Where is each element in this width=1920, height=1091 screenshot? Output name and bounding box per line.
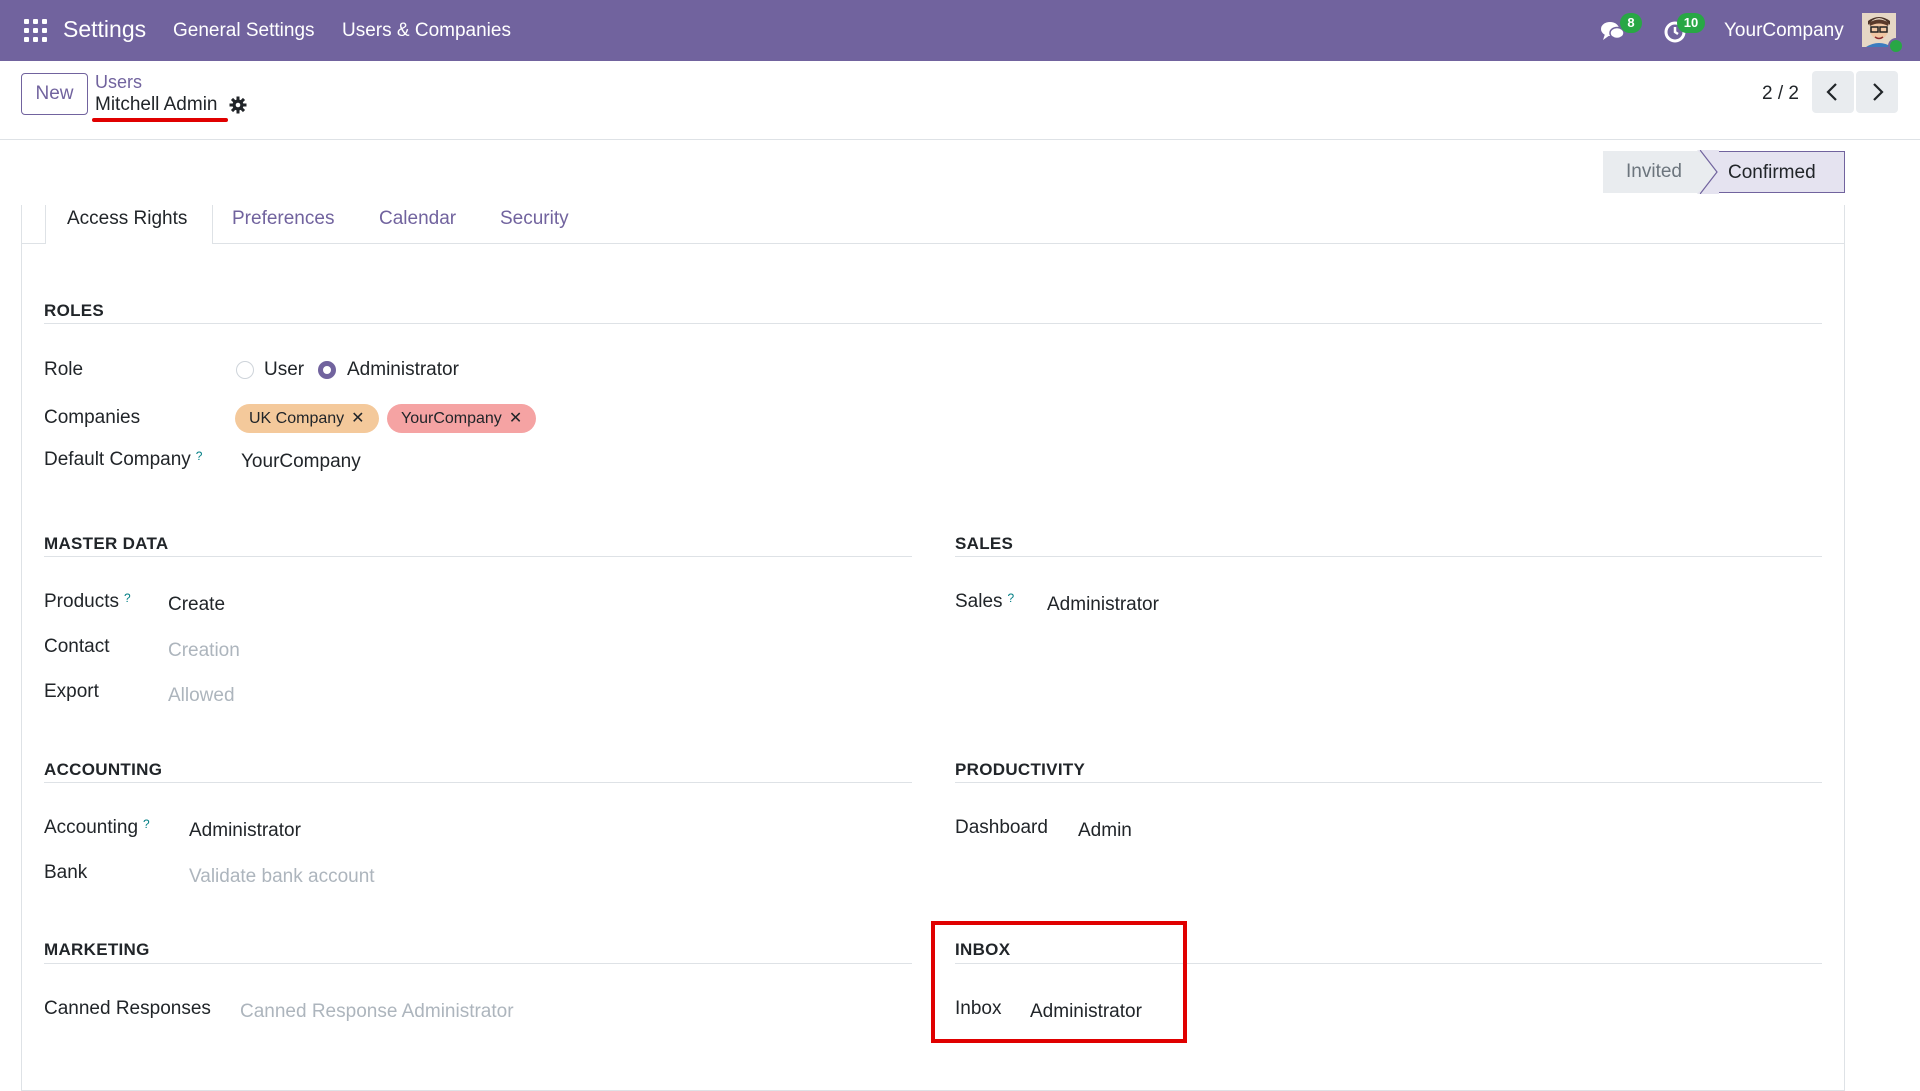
tab-calendar[interactable]: Calendar <box>379 208 456 230</box>
menu-general-settings[interactable]: General Settings <box>173 20 315 42</box>
section-accounting-title: ACCOUNTING <box>44 760 163 779</box>
remove-tag-icon[interactable]: ✕ <box>351 410 364 427</box>
user-avatar[interactable] <box>1862 13 1904 54</box>
sales-label: Sales? <box>955 591 1014 613</box>
default-company-field[interactable]: YourCompany <box>241 451 361 473</box>
tab-access-rights-label: Access Rights <box>67 208 188 229</box>
company-tag-yourcompany[interactable]: YourCompany ✕ <box>387 404 537 433</box>
products-label: Products? <box>44 591 131 613</box>
red-annotation-underline <box>92 118 228 122</box>
company-tag-uk[interactable]: UK Company ✕ <box>235 404 379 433</box>
company-switcher[interactable]: YourCompany <box>1724 20 1844 42</box>
status-invited[interactable]: Invited <box>1603 151 1703 193</box>
role-user-label[interactable]: User <box>264 359 304 381</box>
record-title: Mitchell Admin <box>95 94 218 115</box>
section-master-data-title: MASTER DATA <box>44 534 169 553</box>
companies-label: Companies <box>44 407 141 428</box>
section-separator <box>44 963 912 964</box>
role-administrator-radio[interactable] <box>318 361 336 379</box>
status-arrow-icon <box>1697 149 1719 199</box>
breadcrumb-users[interactable]: Users <box>95 72 142 93</box>
menu-users-companies[interactable]: Users & Companies <box>342 20 511 42</box>
canned-responses-field[interactable]: Canned Response Administrator <box>240 1001 514 1023</box>
section-separator <box>44 782 912 783</box>
canned-responses-label: Canned Responses <box>44 998 211 1019</box>
tab-preferences[interactable]: Preferences <box>232 208 334 230</box>
help-icon[interactable]: ? <box>143 817 150 831</box>
tabs-divider <box>21 243 1845 244</box>
bank-label: Bank <box>44 862 88 883</box>
export-field[interactable]: Allowed <box>168 685 235 707</box>
app-name[interactable]: Settings <box>63 16 146 43</box>
bank-field[interactable]: Validate bank account <box>189 866 375 888</box>
company-tag-label: UK Company <box>249 410 345 427</box>
company-tag-label: YourCompany <box>401 410 502 427</box>
section-marketing-title: MARKETING <box>44 940 150 959</box>
products-field[interactable]: Create <box>168 594 225 616</box>
pager-value[interactable]: 2 / 2 <box>1762 83 1799 105</box>
section-productivity-title: PRODUCTIVITY <box>955 760 1086 779</box>
products-text: Products <box>44 591 119 612</box>
activities-badge: 10 <box>1677 13 1705 33</box>
sales-field[interactable]: Administrator <box>1047 594 1159 616</box>
role-administrator-label[interactable]: Administrator <box>347 359 459 381</box>
tab-access-rights[interactable]: Access Rights <box>45 205 213 244</box>
dashboard-label: Dashboard <box>955 817 1048 838</box>
gear-icon[interactable] <box>229 96 247 119</box>
help-icon[interactable]: ? <box>196 449 203 463</box>
section-roles-title: ROLES <box>44 301 105 320</box>
remove-tag-icon[interactable]: ✕ <box>509 410 522 427</box>
section-sales-title: SALES <box>955 534 1014 553</box>
accounting-field[interactable]: Administrator <box>189 820 301 842</box>
default-company-text: Default Company <box>44 449 191 470</box>
section-separator <box>955 782 1822 783</box>
role-label: Role <box>44 359 84 380</box>
top-navbar: Settings General Settings Users & Compan… <box>0 0 1920 61</box>
new-button[interactable]: New <box>21 73 88 115</box>
messages-badge: 8 <box>1620 13 1642 33</box>
accounting-text: Accounting <box>44 817 139 838</box>
pager-next-button[interactable] <box>1856 71 1898 113</box>
control-panel: New Users Mitchell Admin 2 / 2 <box>0 61 1920 140</box>
section-separator <box>44 323 1822 324</box>
accounting-label: Accounting? <box>44 817 150 839</box>
status-confirmed[interactable]: Confirmed <box>1700 151 1845 193</box>
section-separator <box>44 556 912 557</box>
help-icon[interactable]: ? <box>124 591 131 605</box>
contact-label: Contact <box>44 636 110 657</box>
help-icon[interactable]: ? <box>1008 591 1015 605</box>
tab-security[interactable]: Security <box>500 208 569 230</box>
role-user-radio[interactable] <box>236 361 254 379</box>
pager-previous-button[interactable] <box>1812 71 1854 113</box>
section-separator <box>955 556 1822 557</box>
sales-text: Sales <box>955 591 1003 612</box>
red-annotation-box <box>931 921 1187 1043</box>
contact-field[interactable]: Creation <box>168 640 240 662</box>
online-status-dot <box>1888 38 1904 54</box>
export-label: Export <box>44 681 99 702</box>
dashboard-field[interactable]: Admin <box>1078 820 1132 842</box>
default-company-label: Default Company? <box>44 449 202 471</box>
app-menu-icon[interactable] <box>24 19 47 42</box>
